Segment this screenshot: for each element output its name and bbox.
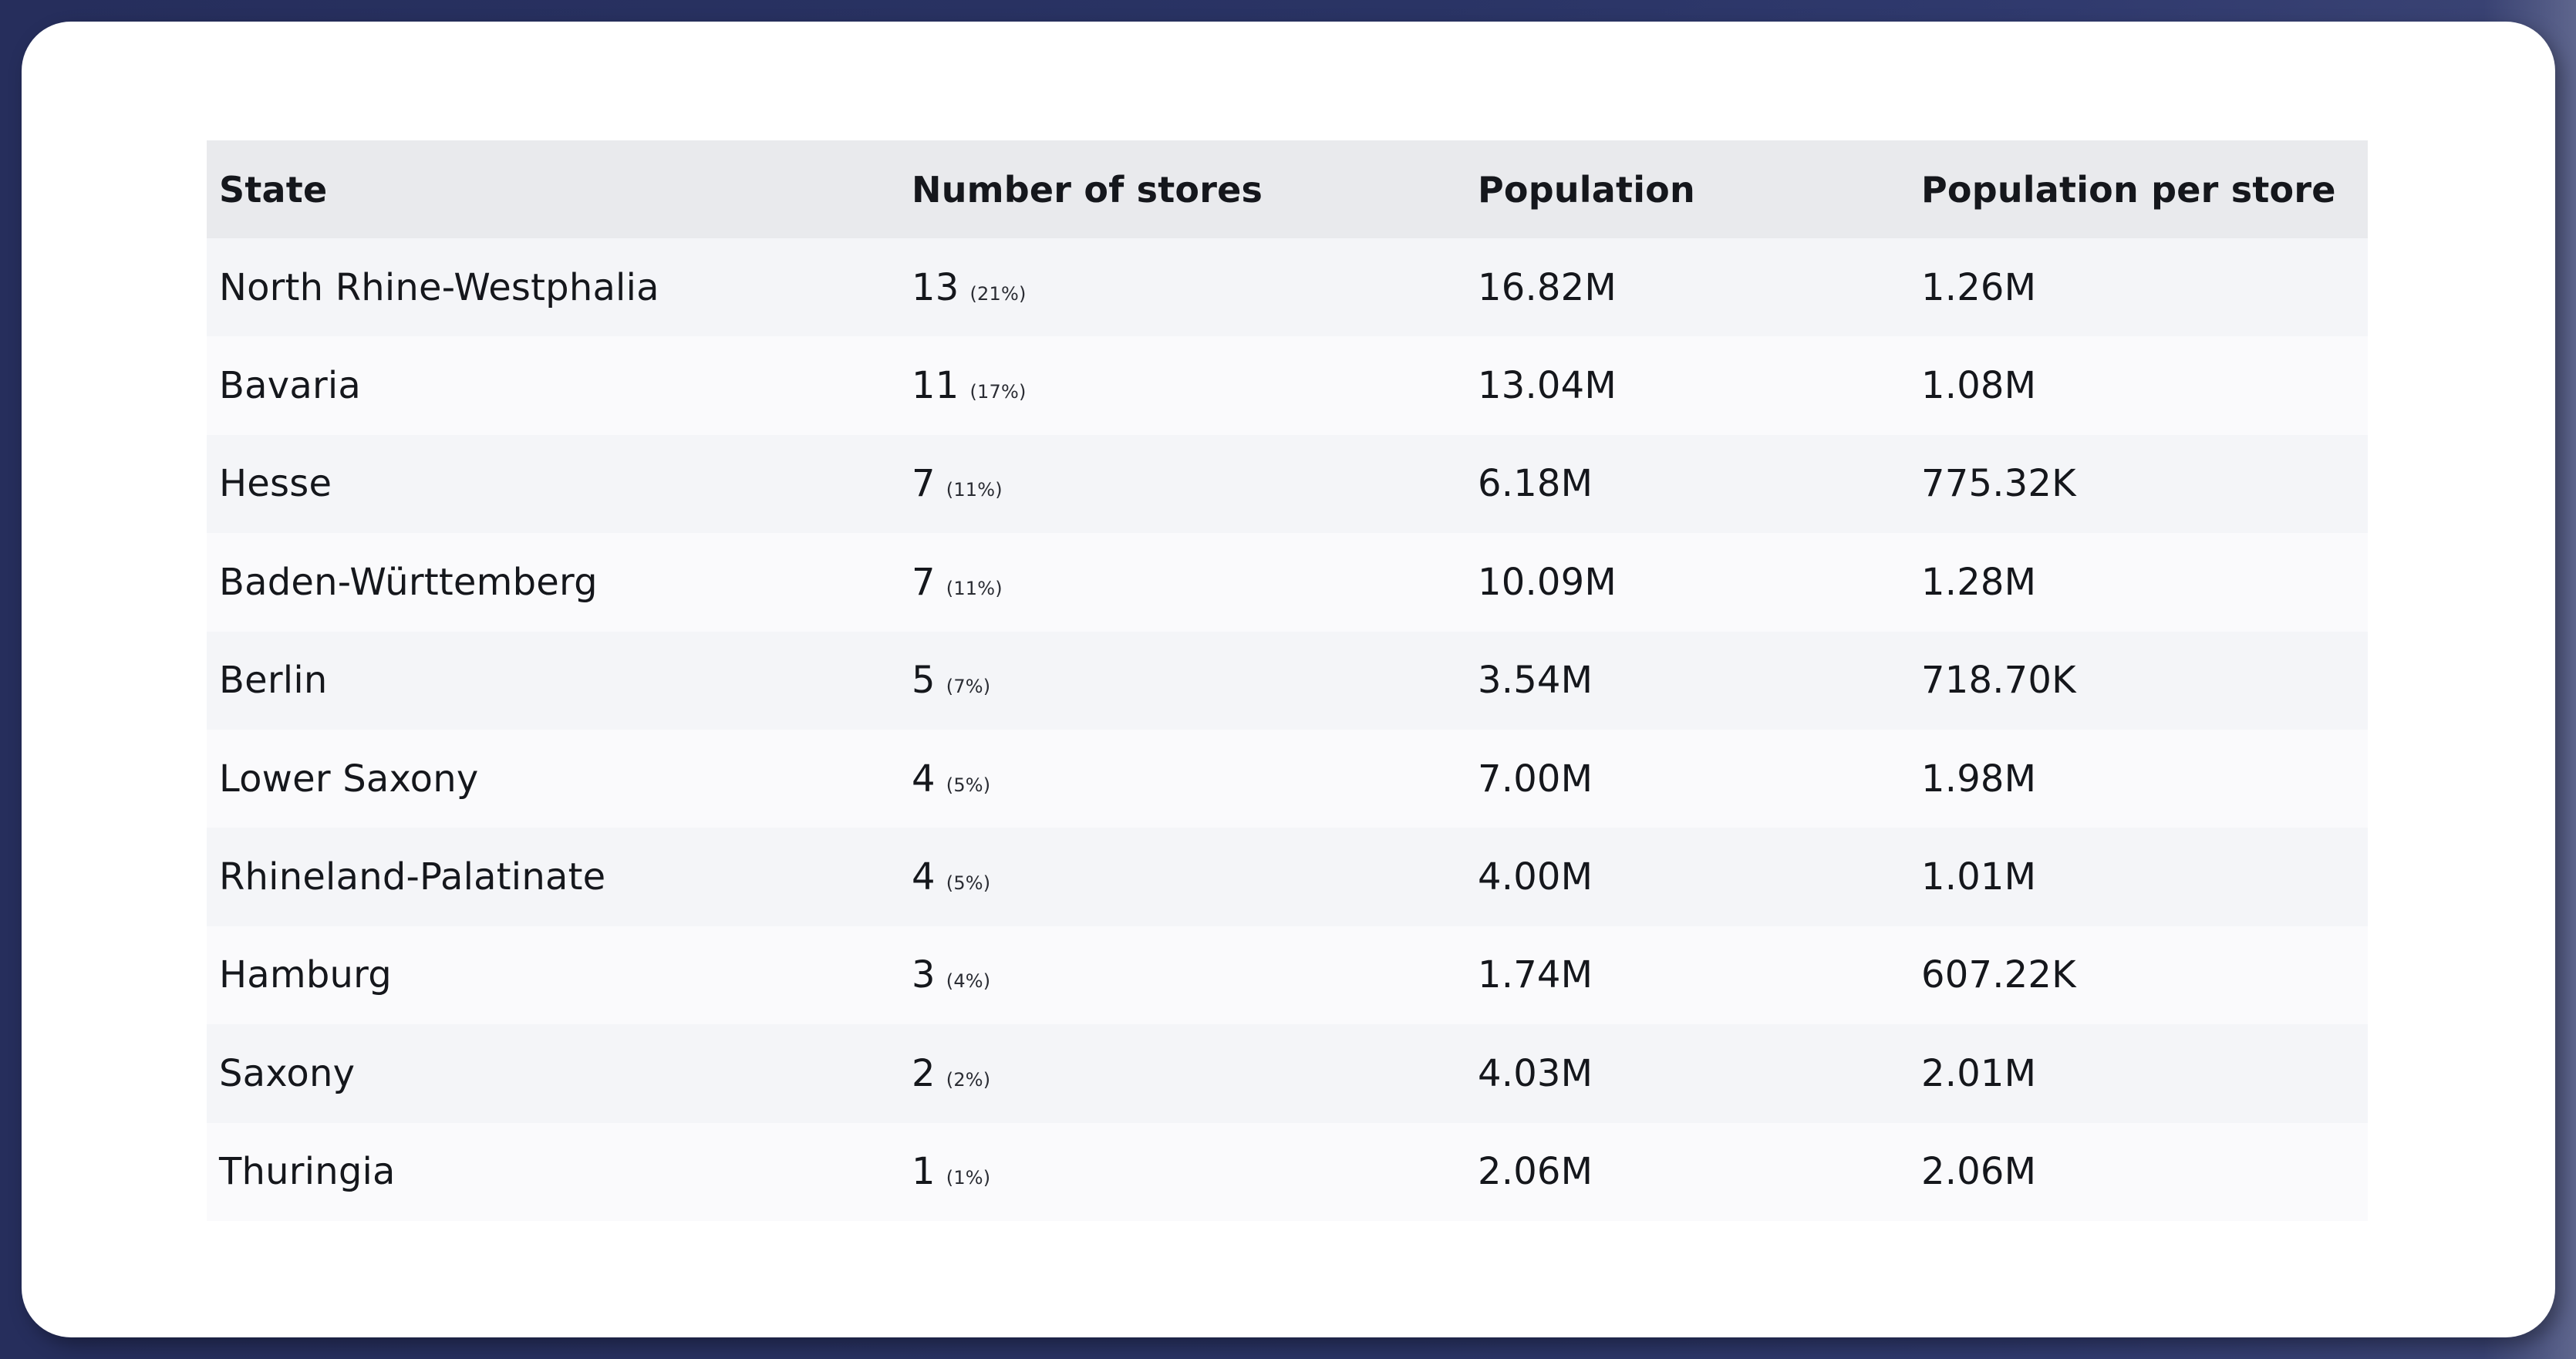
cell-stores: 3 (4%) <box>899 953 1465 996</box>
cell-population: 3.54M <box>1478 659 1593 703</box>
stores-count: 11 <box>912 364 959 408</box>
cell-population-per-store: 1.01M <box>1921 855 2037 899</box>
stores-count: 2 <box>912 1051 936 1095</box>
cell-state: Baden-Württemberg <box>219 560 598 604</box>
cell-state: Berlin <box>219 659 328 703</box>
header-population: Population <box>1478 168 1695 211</box>
table-row: Berlin 5 (7%) 3.54M 718.70K <box>207 631 2368 730</box>
stores-percent: (5%) <box>946 774 991 796</box>
table-row: Saxony 2 (2%) 4.03M 2.01M <box>207 1024 2368 1123</box>
cell-stores: 5 (7%) <box>899 659 1465 702</box>
stores-count: 13 <box>912 265 959 309</box>
cell-state: Rhineland-Palatinate <box>219 855 606 899</box>
cell-population-per-store: 1.26M <box>1921 265 2037 309</box>
cell-state: Thuringia <box>219 1150 396 1194</box>
table-header-row: State Number of stores Population Popula… <box>207 140 2368 238</box>
cell-population-per-store: 1.28M <box>1921 560 2037 604</box>
cell-stores: 7 (11%) <box>899 462 1465 505</box>
cell-stores: 13 (21%) <box>899 266 1465 309</box>
stores-percent: (1%) <box>946 1167 991 1189</box>
cell-population: 4.00M <box>1478 855 1593 899</box>
stores-percent: (5%) <box>946 872 991 895</box>
table-row: Thuringia 1 (1%) 2.06M 2.06M <box>207 1122 2368 1221</box>
table-row: North Rhine-Westphalia 13 (21%) 16.82M 1.… <box>207 238 2368 337</box>
cell-population: 13.04M <box>1478 364 1617 408</box>
stores-percent: (21%) <box>969 282 1027 305</box>
table-row: Rhineland-Palatinate 4 (5%) 4.00M 1.01M <box>207 828 2368 926</box>
stores-count: 4 <box>912 757 936 801</box>
stores-count: 7 <box>912 462 936 506</box>
cell-population-per-store: 607.22K <box>1921 953 2076 997</box>
cell-population: 4.03M <box>1478 1051 1593 1095</box>
cell-population: 10.09M <box>1478 560 1617 604</box>
cell-population-per-store: 2.06M <box>1921 1150 2037 1194</box>
table-row: Bavaria 11 (17%) 13.04M 1.08M <box>207 336 2368 435</box>
table-row: Lower Saxony 4 (5%) 7.00M 1.98M <box>207 729 2368 828</box>
header-state: State <box>219 168 328 211</box>
cell-population: 7.00M <box>1478 757 1593 801</box>
cell-population: 6.18M <box>1478 462 1593 506</box>
stores-percent: (17%) <box>969 381 1027 403</box>
cell-state: Hesse <box>219 462 332 506</box>
cell-population-per-store: 775.32K <box>1921 462 2076 506</box>
stores-table: State Number of stores Population Popula… <box>207 140 2368 1221</box>
cell-state: Hamburg <box>219 953 392 997</box>
table-row: Baden-Württemberg 7 (11%) 10.09M 1.28M <box>207 533 2368 632</box>
cell-stores: 2 (2%) <box>899 1052 1465 1095</box>
cell-stores: 4 (5%) <box>899 855 1465 899</box>
cell-population-per-store: 2.01M <box>1921 1051 2037 1095</box>
stores-count: 3 <box>912 953 936 997</box>
cell-stores: 7 (11%) <box>899 561 1465 604</box>
cell-population-per-store: 718.70K <box>1921 659 2076 703</box>
cell-stores: 1 (1%) <box>899 1150 1465 1193</box>
cell-state: North Rhine-Westphalia <box>219 265 659 309</box>
content-card: State Number of stores Population Popula… <box>22 22 2555 1337</box>
header-population-per-store: Population per store <box>1921 168 2336 211</box>
cell-state: Saxony <box>219 1051 356 1095</box>
table-row: Hesse 7 (11%) 6.18M 775.32K <box>207 434 2368 534</box>
cell-population: 2.06M <box>1478 1150 1593 1194</box>
table-row: Hamburg 3 (4%) 1.74M 607.22K <box>207 926 2368 1025</box>
stores-count: 4 <box>912 855 936 899</box>
stores-percent: (2%) <box>946 1068 991 1091</box>
cell-population: 16.82M <box>1478 265 1617 309</box>
header-number-of-stores: Number of stores <box>912 168 1263 211</box>
stores-percent: (11%) <box>946 479 1003 501</box>
cell-stores: 11 (17%) <box>899 364 1465 407</box>
cell-population-per-store: 1.98M <box>1921 757 2037 801</box>
stores-percent: (4%) <box>946 970 991 993</box>
cell-population-per-store: 1.08M <box>1921 364 2037 408</box>
cell-state: Bavaria <box>219 364 362 408</box>
stores-percent: (11%) <box>946 577 1003 599</box>
stores-count: 1 <box>912 1150 936 1194</box>
stores-count: 5 <box>912 659 936 703</box>
cell-population: 1.74M <box>1478 953 1593 997</box>
cell-state: Lower Saxony <box>219 757 479 801</box>
cell-stores: 4 (5%) <box>899 757 1465 801</box>
stores-percent: (7%) <box>946 676 991 698</box>
stores-count: 7 <box>912 560 936 604</box>
